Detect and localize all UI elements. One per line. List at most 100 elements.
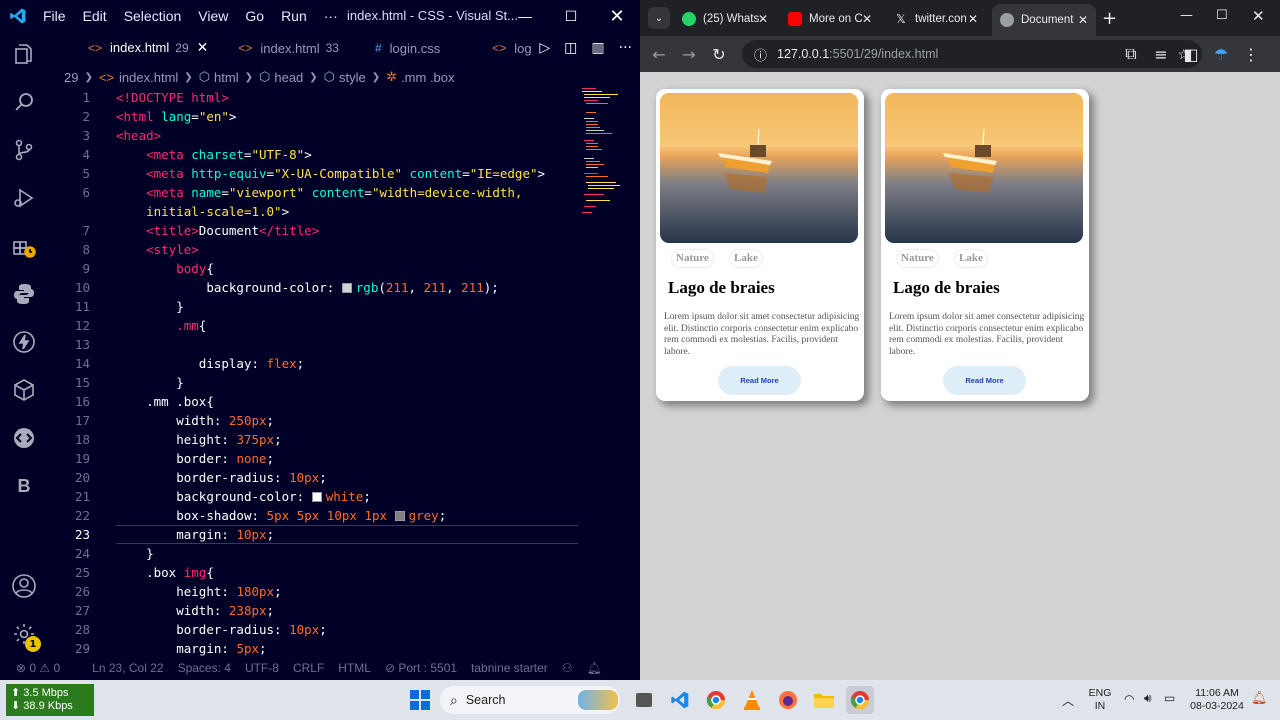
menu-more[interactable]: ···	[324, 8, 338, 24]
new-tab-icon[interactable]: +	[1102, 8, 1117, 29]
run-debug-icon[interactable]	[0, 178, 48, 218]
minimize-icon[interactable]: —	[502, 0, 548, 32]
vscode-taskbar-icon[interactable]	[666, 686, 694, 714]
extensions-icon[interactable]: ⧉	[1116, 39, 1146, 69]
chrome-active-taskbar-icon[interactable]	[846, 686, 874, 714]
vlc-icon[interactable]	[738, 686, 766, 714]
eol-status[interactable]: CRLF	[293, 661, 324, 675]
back-arrow-icon[interactable]: ←	[644, 39, 674, 69]
notifications-bell-icon[interactable]: 🔔︎	[587, 661, 602, 675]
tabnine-status[interactable]: tabnine starter	[471, 661, 548, 675]
reading-list-icon[interactable]: ≡	[1146, 39, 1176, 69]
language-indicator[interactable]: ENG IN	[1086, 687, 1114, 713]
menu-file[interactable]: File	[43, 8, 66, 24]
chrome-taskbar-icon[interactable]	[702, 686, 730, 714]
indentation-status[interactable]: Spaces: 4	[178, 661, 231, 675]
source-control-icon[interactable]	[0, 130, 48, 170]
encoding-status[interactable]: UTF-8	[245, 661, 279, 675]
color-swatch-icon[interactable]	[341, 283, 352, 293]
file-explorer-icon[interactable]	[810, 686, 838, 714]
tab-login-css[interactable]: # login.css	[351, 32, 452, 64]
windows-start-icon[interactable]	[406, 686, 434, 714]
cube-icon[interactable]	[0, 370, 48, 410]
extensions-icon[interactable]	[0, 226, 48, 266]
close-icon[interactable]: ✕	[1252, 7, 1265, 25]
tab-label: Document	[1021, 14, 1074, 26]
breadcrumb-head[interactable]: head	[274, 70, 303, 85]
cursor-position[interactable]: Ln 23, Col 22	[92, 661, 163, 675]
tag-lake: Lake	[730, 250, 762, 267]
maximize-icon[interactable]: ☐	[1216, 8, 1228, 23]
volume-icon[interactable]: 🔊︎	[1144, 691, 1152, 706]
menu-edit[interactable]: Edit	[83, 8, 107, 24]
live-share-icon[interactable]	[0, 418, 48, 458]
wifi-icon[interactable]: ◠	[1124, 692, 1134, 706]
chrome-tab-document[interactable]: Document ✕	[992, 4, 1096, 36]
read-more-button[interactable]: Read More	[718, 366, 801, 395]
reload-icon[interactable]: ↻	[704, 39, 734, 69]
profile-avatar-icon[interactable]: ☂	[1206, 39, 1236, 69]
taskbar-search[interactable]: ⌕ Search	[440, 686, 620, 714]
tab-close-icon[interactable]: ✕	[862, 12, 872, 26]
run-icon[interactable]: ▷	[539, 40, 550, 56]
notification-icon[interactable]: 🔔︎	[1251, 691, 1268, 706]
breadcrumb-file[interactable]: index.html	[119, 70, 178, 85]
maximize-icon[interactable]: ☐	[548, 0, 594, 32]
minimize-icon[interactable]: —	[1180, 8, 1193, 23]
close-icon[interactable]: ✕	[594, 0, 640, 32]
tab-search-icon[interactable]: ⌄	[648, 7, 670, 29]
problems-status[interactable]: ⊗ 0 ⚠ 0	[16, 661, 60, 675]
breadcrumb-style[interactable]: style	[339, 70, 366, 85]
python-icon[interactable]	[0, 274, 48, 314]
breadcrumb-folder[interactable]: 29	[64, 70, 78, 85]
search-icon[interactable]	[0, 82, 48, 122]
live-server-port[interactable]: ⊘ Port : 5501	[385, 661, 457, 675]
language-mode[interactable]: HTML	[338, 661, 371, 675]
url-host: 127.0.0.1	[777, 47, 830, 61]
tab-index-html-33[interactable]: <> index.html 33	[220, 32, 351, 64]
tab-close-icon[interactable]: ✕	[758, 12, 768, 26]
feedback-icon[interactable]: ⚇	[562, 661, 573, 675]
breadcrumb-html[interactable]: html	[214, 70, 239, 85]
tab-close-icon[interactable]: ✕	[1078, 13, 1088, 27]
task-view-icon[interactable]	[630, 686, 658, 714]
battery-icon[interactable]: ▭	[1164, 691, 1175, 705]
menu-go[interactable]: Go	[245, 8, 264, 24]
settings-gear-icon[interactable]	[0, 614, 48, 654]
forward-arrow-icon[interactable]: →	[674, 39, 704, 69]
chrome-menu-icon[interactable]: ⋮	[1236, 39, 1266, 69]
site-info-icon[interactable]: ⓘ	[754, 45, 767, 64]
code-editor[interactable]: 1 <!DOCTYPE html> 2 <html lang="en"> 3 <hea…	[48, 88, 640, 656]
menu-view[interactable]: View	[198, 8, 228, 24]
tab-log[interactable]: <> log	[452, 32, 543, 64]
minimap[interactable]	[582, 88, 626, 218]
menu-selection[interactable]: Selection	[124, 8, 182, 24]
clock[interactable]: 11:06 AM 08-03-2024	[1186, 687, 1248, 713]
preview-icon[interactable]: ◫	[564, 40, 577, 56]
firefox-icon[interactable]	[774, 686, 802, 714]
network-speed-widget[interactable]: ⬆ 3.5 Mbps ⬇ 38.9 Kbps	[6, 684, 94, 716]
tab-index-html-29[interactable]: <> index.html 29 ✕	[76, 32, 221, 64]
bootstrap-icon[interactable]: B	[0, 466, 48, 506]
tab-label: login.css	[389, 40, 441, 56]
color-swatch-icon[interactable]	[311, 492, 322, 502]
breadcrumb-selector[interactable]: .mm .box	[401, 70, 454, 85]
tab-close-icon[interactable]: ✕	[197, 39, 209, 56]
code-line: width: 238px;	[176, 603, 275, 618]
split-editor-icon[interactable]: ▥	[591, 40, 604, 56]
color-swatch-icon[interactable]	[394, 511, 405, 521]
tab-close-icon[interactable]: ✕	[968, 12, 978, 26]
chrome-tab-twitter[interactable]: 𝕏 twitter.con ✕	[886, 6, 986, 32]
more-actions-icon[interactable]: ···	[619, 40, 632, 56]
chrome-tab-whatsapp[interactable]: (25) Whats ✕	[674, 6, 776, 32]
lightning-icon[interactable]	[0, 322, 48, 362]
tab-count: 29	[175, 40, 189, 55]
line-number: 21	[74, 489, 90, 504]
read-more-button[interactable]: Read More	[943, 366, 1026, 395]
chrome-tab-youtube[interactable]: More on C ✕	[780, 6, 880, 32]
menu-run[interactable]: Run	[281, 8, 307, 24]
chevron-up-icon[interactable]: ︿	[1062, 692, 1074, 709]
explorer-icon[interactable]	[0, 34, 48, 74]
side-panel-icon[interactable]: ◧	[1176, 39, 1206, 69]
account-icon[interactable]	[0, 566, 48, 606]
